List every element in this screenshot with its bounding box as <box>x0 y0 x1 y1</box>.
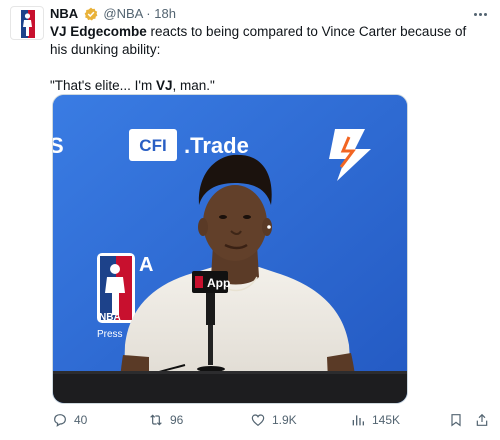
tweet-quote: "That's elite... I'm VJ, man." <box>50 77 480 95</box>
share-icon <box>476 413 488 426</box>
action-bar: 40 96 1.9K 145K <box>52 412 492 432</box>
like-count: 1.9K <box>272 413 297 427</box>
quote-end: , man." <box>172 78 215 93</box>
repost-icon <box>150 414 162 426</box>
nba-logo-icon[interactable] <box>10 6 44 40</box>
author-name[interactable]: NBA <box>50 6 78 21</box>
separator-dot: · <box>146 6 151 21</box>
quote-bold: VJ <box>155 78 173 93</box>
backdrop-nba-text: NBA <box>99 312 121 323</box>
backdrop-brand: CFI <box>139 136 166 155</box>
tweet-media-image[interactable]: CFI .Trade S NBA Press A <box>52 94 408 404</box>
views-icon <box>352 415 364 426</box>
backdrop-side-letter: A <box>139 254 153 276</box>
tweet-timestamp[interactable]: 18h <box>154 6 176 21</box>
like-icon <box>251 414 265 427</box>
more-options-icon[interactable] <box>470 6 490 22</box>
bookmark-icon <box>451 414 461 427</box>
repost-button[interactable]: 96 <box>148 412 183 428</box>
press-table <box>53 371 407 403</box>
views-button[interactable]: 145K <box>350 412 400 428</box>
tweet: NBA @NBA · 18h VJ Edgecombe reacts to be… <box>0 0 500 440</box>
press-conference-photo: CFI .Trade S NBA Press A <box>53 95 407 403</box>
bookmark-button[interactable] <box>448 412 464 428</box>
player-name: VJ Edgecombe <box>50 24 147 39</box>
share-button[interactable] <box>474 412 490 428</box>
tweet-text: VJ Edgecombe reacts to being compared to… <box>50 23 480 95</box>
like-button[interactable]: 1.9K <box>250 412 297 428</box>
reply-count: 40 <box>74 413 88 427</box>
backdrop-text: .Trade <box>184 133 249 158</box>
views-count: 145K <box>372 413 401 427</box>
player-head <box>203 185 267 261</box>
reply-icon <box>54 414 66 427</box>
reply-button[interactable]: 40 <box>52 412 87 428</box>
author-handle[interactable]: @NBA <box>103 6 142 21</box>
repost-count: 96 <box>170 413 184 427</box>
mic-flag-label: App <box>207 276 230 290</box>
svg-text:S: S <box>53 133 64 158</box>
quote-start: "That's elite... I'm <box>50 78 156 93</box>
backdrop-press-text: Press <box>97 329 123 340</box>
